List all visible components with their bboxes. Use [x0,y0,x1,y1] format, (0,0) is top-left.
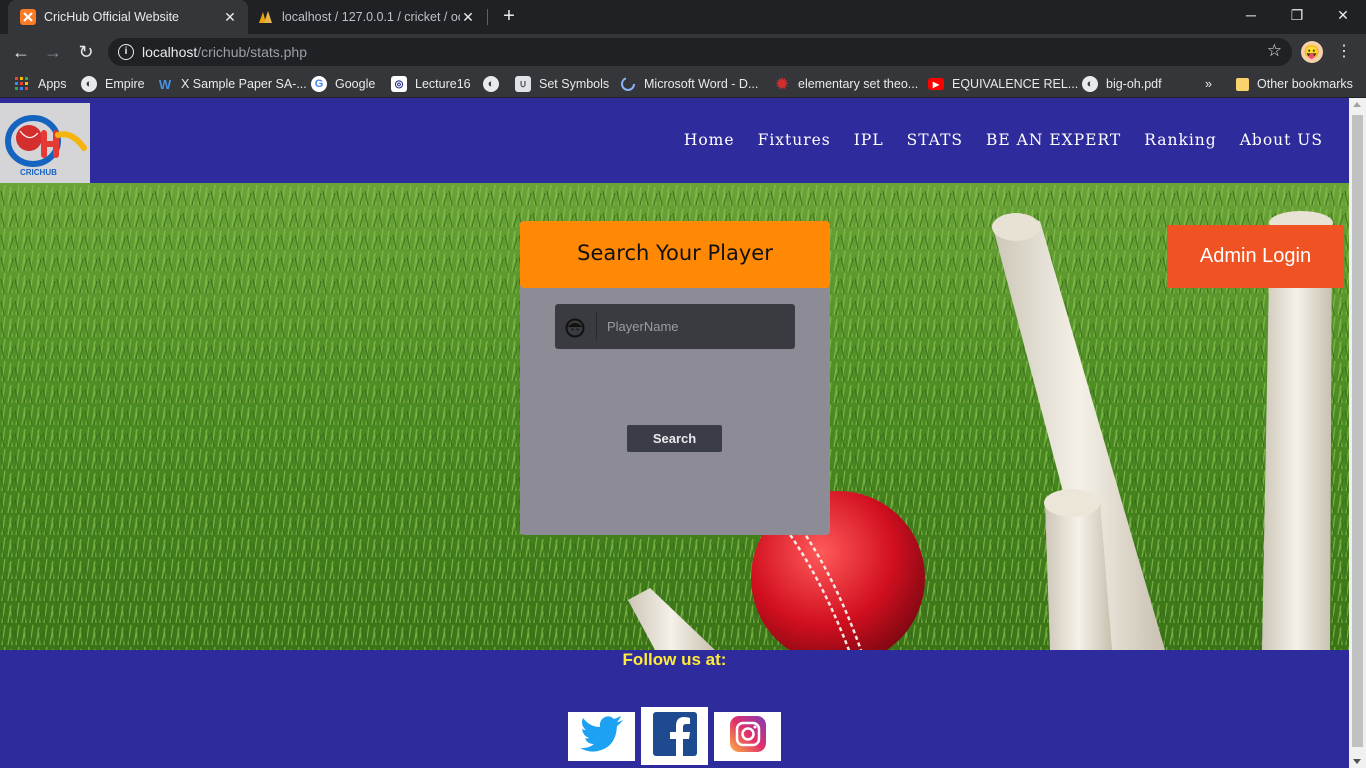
nav-fixtures[interactable]: Fixtures [758,131,831,149]
bookmark-label: elementary set theo... [798,77,919,91]
browser-toolbar: ← → ↻ i localhost/crichub/stats.php ☆ 😛 … [0,34,1366,70]
admin-login-button[interactable]: Admin Login [1167,225,1344,288]
bookmarks-bar: Apps ◐ Empire W X Sample Paper SA-... G … [0,70,1366,98]
bookmarks-overflow-label: » [1205,77,1212,91]
globe-icon: ◐ [483,76,499,92]
apps-grid-icon [14,76,30,92]
globe-icon: ◐ [81,76,97,92]
page-viewport: CRICHUB Home Fixtures IPL STATS BE AN EX… [0,98,1366,768]
player-face-icon [565,318,585,338]
bookmark-label: Empire [105,77,145,91]
url-host: localhost [142,44,198,60]
profile-avatar[interactable]: 😛 [1301,41,1323,63]
loading-icon [620,76,636,92]
bookmark-label: Microsoft Word - D... [644,77,759,91]
site-footer: Follow us at: [0,650,1349,768]
scroll-down-arrow-icon[interactable] [1353,759,1361,764]
lecture-icon: ◎ [391,76,407,92]
phpmyadmin-icon [258,9,274,25]
nav-stats[interactable]: STATS [907,131,963,149]
hero-banner: Search Your Player Search Admin Login [0,183,1349,650]
nav-home[interactable]: Home [684,131,735,149]
close-tab-icon[interactable]: ✕ [460,9,476,26]
bookmark-set-symbols[interactable]: ∪ Set Symbols [515,75,609,93]
nav-ranking[interactable]: Ranking [1144,131,1217,149]
bookmark-label: X Sample Paper SA-... [181,77,307,91]
facebook-icon [652,711,697,761]
bookmark-label: big-oh.pdf [1106,77,1162,91]
other-bookmarks[interactable]: Other bookmarks [1236,75,1353,93]
chrome-menu-icon[interactable]: ⋮ [1336,40,1352,64]
tab-crichub[interactable]: CricHub Official Website ✕ [8,0,248,34]
bookmark-lecture16[interactable]: ◎ Lecture16 [391,75,471,93]
facebook-link[interactable] [641,707,708,765]
nav-ipl[interactable]: IPL [854,131,884,149]
site-header: CRICHUB Home Fixtures IPL STATS BE AN EX… [0,103,1349,183]
field-divider [596,312,597,341]
scroll-thumb[interactable] [1352,115,1363,747]
minimize-button[interactable]: ─ [1228,0,1274,30]
bookmark-empire[interactable]: ◐ Empire [81,75,145,93]
player-name-input[interactable] [607,314,787,338]
tab-title: localhost / 127.0.0.1 / cricket / oc [282,10,460,24]
bookmark-label: Google [335,77,376,91]
new-tab-button[interactable]: + [498,5,520,27]
nav-about-us[interactable]: About US [1240,131,1323,149]
crichub-logo[interactable]: CRICHUB [0,103,90,183]
bookmark-label: Lecture16 [415,77,471,91]
bookmark-equivalence[interactable]: ▶ EQUIVALENCE REL... [928,75,1078,93]
url-path: /crichub/stats.php [197,44,307,60]
address-bar[interactable]: i localhost/crichub/stats.php ☆ [108,38,1292,66]
bookmark-sample-paper[interactable]: W X Sample Paper SA-... [157,75,307,93]
red-gear-icon: ✹ [775,76,789,93]
xampp-icon [20,9,36,25]
bookmarks-overflow-button[interactable]: » [1205,75,1212,93]
bookmark-elementary-set[interactable]: ✹ elementary set theo... [774,75,919,93]
globe-icon: ◐ [1082,76,1098,92]
page-scrollbar[interactable] [1349,98,1366,768]
tab-separator [487,9,488,25]
set-symbols-icon: ∪ [515,76,531,92]
nav-be-an-expert[interactable]: BE AN EXPERT [986,131,1121,149]
url-text[interactable]: localhost/crichub/stats.php [142,44,307,60]
other-bookmarks-label: Other bookmarks [1257,77,1353,91]
bookmark-globe[interactable]: ◐ [483,75,507,93]
tab-strip: CricHub Official Website ✕ localhost / 1… [0,0,1366,34]
player-search-card: Search Your Player Search [520,221,830,535]
close-tab-icon[interactable]: ✕ [222,9,238,26]
bookmark-big-oh[interactable]: ◐ big-oh.pdf [1082,75,1162,93]
main-nav: Home Fixtures IPL STATS BE AN EXPERT Ran… [684,131,1323,149]
folder-icon [1236,77,1249,91]
bookmark-google[interactable]: G Google [311,75,375,93]
bookmark-microsoft-word[interactable]: Microsoft Word - D... [620,75,758,93]
tab-phpmyadmin[interactable]: localhost / 127.0.0.1 / cricket / oc ✕ [250,0,486,34]
scroll-up-arrow-icon[interactable] [1353,102,1361,107]
bookmark-label: EQUIVALENCE REL... [952,77,1079,91]
restore-button[interactable]: ❐ [1274,0,1320,30]
instagram-link[interactable] [714,712,781,761]
back-button[interactable]: ← [9,40,33,64]
google-icon: G [311,76,327,92]
player-name-field[interactable] [555,304,795,349]
bookmark-label: Apps [38,77,67,91]
forward-button[interactable]: → [41,40,65,64]
reload-button[interactable]: ↻ [74,40,98,64]
tab-title: CricHub Official Website [44,10,179,24]
bookmark-apps[interactable]: Apps [14,75,67,93]
youtube-icon: ▶ [928,78,944,90]
search-card-title: Search Your Player [577,241,773,265]
close-window-button[interactable]: ✕ [1320,0,1366,30]
search-button[interactable]: Search [627,425,722,452]
info-icon[interactable]: i [118,44,134,60]
instagram-icon [729,716,766,757]
bookmark-star-icon[interactable]: ☆ [1267,41,1282,61]
twitter-icon [579,716,624,757]
w-logo-icon: W [158,76,172,92]
search-card-header: Search Your Player [520,221,830,288]
follow-us-label: Follow us at: [622,650,727,669]
bookmark-label: Set Symbols [539,77,610,91]
logo-text: CRICHUB [20,168,57,177]
twitter-link[interactable] [568,712,635,761]
